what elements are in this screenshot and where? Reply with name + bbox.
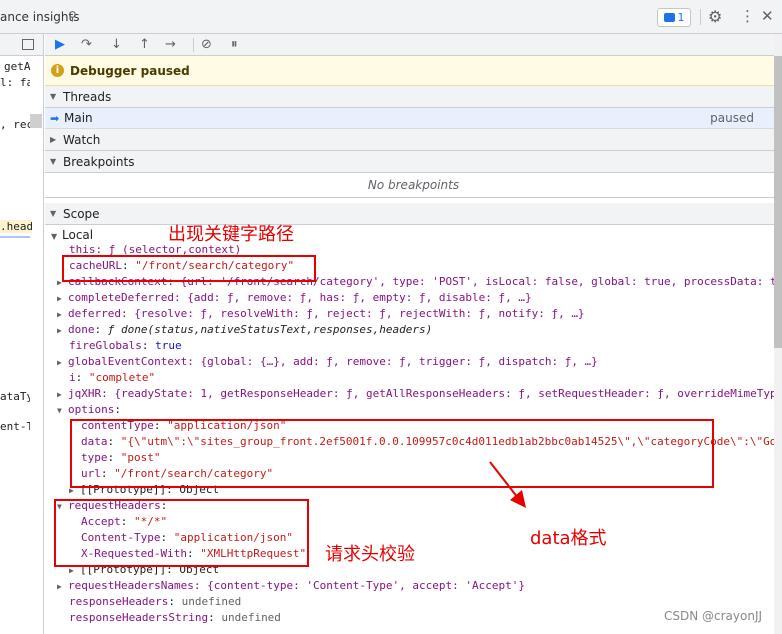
chevron-down-icon: ▼ — [51, 232, 58, 241]
source-toolbar — [0, 34, 43, 56]
pin-icon[interactable]: ⚲ — [68, 9, 77, 23]
issues-count: 1 — [677, 11, 685, 24]
code-fragment: ataTy — [0, 390, 30, 403]
watch-label: Watch — [63, 132, 101, 147]
options-type[interactable]: type: "post" — [81, 450, 161, 466]
step-over-icon[interactable]: ↷ — [81, 37, 92, 53]
chevron-down-icon: ▼ — [50, 157, 57, 166]
requestheaders-prototype[interactable]: ▶ [[Prototype]]: Object — [69, 562, 219, 579]
code-fragment: .head — [0, 220, 32, 233]
code-fragment: l: fa — [0, 76, 30, 89]
toggle-sidebar-icon[interactable] — [22, 39, 34, 50]
scope-label: Scope — [63, 206, 100, 221]
sidebar-scrollbar[interactable] — [774, 34, 782, 634]
chevron-right-icon: ▶ — [69, 486, 74, 495]
scope-deferred[interactable]: ▶ deferred: {resolve: ƒ, resolveWith: ƒ, … — [57, 306, 585, 323]
paused-banner: i Debugger paused — [45, 56, 782, 86]
breakpoints-label: Breakpoints — [63, 154, 135, 169]
chevron-down-icon: ▼ — [50, 92, 57, 101]
scope-completedeferred[interactable]: ▶ completeDeferred: {add: ƒ, remove: ƒ, h… — [57, 290, 532, 307]
annotation-keyword-path: 出现关键字路径 — [168, 224, 294, 245]
scope-requestheaders[interactable]: ▼ requestHeaders: — [57, 498, 167, 515]
info-icon: i — [51, 64, 64, 77]
thread-main[interactable]: ➡ Main paused — [45, 108, 782, 129]
threads-header[interactable]: ▼ Threads — [45, 86, 782, 108]
chevron-right-icon: ▶ — [57, 326, 62, 335]
toolbar-divider — [700, 9, 701, 25]
more-icon[interactable]: ⋮ — [740, 7, 755, 25]
watermark: CSDN @crayonJJ — [664, 609, 763, 623]
scope-fireglobals[interactable]: fireGlobals: true — [69, 338, 182, 354]
pause-on-exceptions-icon[interactable]: ⏸ — [231, 37, 238, 53]
chevron-right-icon: ▶ — [57, 278, 62, 287]
step-icon[interactable]: → — [165, 37, 176, 53]
code-fragment: getA — [4, 60, 31, 73]
chevron-right-icon: ▶ — [57, 390, 62, 399]
debugger-toolbar: ▶ ↷ ↓ ↑ → ⊘ ⏸ — [45, 34, 782, 56]
chevron-right-icon: ▶ — [57, 310, 62, 319]
scope-requestheadersnames[interactable]: ▶ requestHeadersNames: {content-type: 'Co… — [57, 578, 525, 595]
chevron-right-icon: ▶ — [57, 294, 62, 303]
scope-jqxhr[interactable]: ▶ jqXHR: {readyState: 1, getResponseHeade… — [57, 386, 777, 403]
code-fragment: ent-T — [0, 420, 30, 433]
scope-responseheaders[interactable]: responseHeaders: undefined — [69, 594, 241, 610]
thread-name: Main — [64, 111, 93, 125]
options-url[interactable]: url: "/front/search/category" — [81, 466, 273, 482]
thread-status: paused — [710, 111, 754, 125]
chevron-right-icon: ▶ — [57, 582, 62, 591]
scope-callbackcontext[interactable]: ▶ callbackContext: {url: '/front/search/c… — [57, 274, 777, 291]
chevron-right-icon: ▶ — [69, 566, 74, 575]
paused-text: Debugger paused — [70, 63, 190, 78]
chevron-down-icon: ▼ — [50, 209, 57, 218]
options-contenttype[interactable]: contentType: "application/json" — [81, 418, 286, 434]
header-content-type[interactable]: Content-Type: "application/json" — [81, 530, 293, 546]
resume-icon[interactable]: ▶ — [55, 37, 65, 53]
scope-globaleventcontext[interactable]: ▶ globalEventContext: {global: {…}, add: … — [57, 354, 598, 371]
deactivate-breakpoints-icon[interactable]: ⊘ — [201, 37, 212, 53]
scope-options[interactable]: ▼ options: — [57, 402, 121, 419]
close-icon[interactable]: ✕ — [761, 7, 774, 25]
breakpoints-header[interactable]: ▼ Breakpoints — [45, 151, 782, 173]
step-into-icon[interactable]: ↓ — [111, 37, 122, 53]
devtools-topbar: ance insights ⚲ 1 ⚙ ⋮ ✕ — [0, 0, 782, 34]
toolbar-divider — [193, 38, 194, 52]
scope-responseheadersstring[interactable]: responseHeadersString: undefined — [69, 610, 281, 626]
header-accept[interactable]: Accept: "*/*" — [81, 514, 167, 530]
gear-icon[interactable]: ⚙ — [708, 7, 722, 26]
issues-button[interactable]: 1 — [657, 8, 691, 27]
annotation-data-format: data格式 — [530, 528, 607, 549]
chevron-right-icon: ▶ — [50, 135, 57, 144]
threads-label: Threads — [63, 89, 112, 104]
options-prototype[interactable]: ▶ [[Prototype]]: Object — [69, 482, 219, 499]
local-label: Local — [62, 228, 94, 242]
step-out-icon[interactable]: ↑ — [139, 37, 150, 53]
code-fragment: , rec — [0, 118, 30, 131]
chevron-down-icon: ▼ — [57, 502, 62, 511]
current-line-marker — [0, 236, 30, 238]
chevron-down-icon: ▼ — [57, 406, 62, 415]
source-pane: getA l: fa , rec .head ataTy ent-T — [0, 34, 44, 634]
current-thread-icon: ➡ — [50, 111, 60, 125]
header-x-requested-with[interactable]: X-Requested-With: "XMLHttpRequest" — [81, 546, 306, 562]
annotation-header-check: 请求头校验 — [325, 544, 415, 565]
options-data[interactable]: data: "{\"utm\":\"sites_group_front.2ef5… — [81, 434, 776, 450]
source-scroll-marker[interactable] — [30, 114, 42, 128]
scope-cacheurl[interactable]: cacheURL: "/front/search/category" — [69, 258, 294, 274]
scope-i[interactable]: i: "complete" — [69, 370, 155, 386]
issues-icon — [663, 13, 675, 22]
scope-done[interactable]: ▶ done: ƒ done(status,nativeStatusText,re… — [57, 322, 432, 339]
scrollbar-thumb[interactable] — [774, 56, 782, 348]
chevron-right-icon: ▶ — [57, 358, 62, 367]
scope-header[interactable]: ▼ Scope — [45, 203, 782, 225]
watch-header[interactable]: ▶ Watch — [45, 129, 782, 151]
no-breakpoints-message: No breakpoints — [45, 173, 782, 198]
